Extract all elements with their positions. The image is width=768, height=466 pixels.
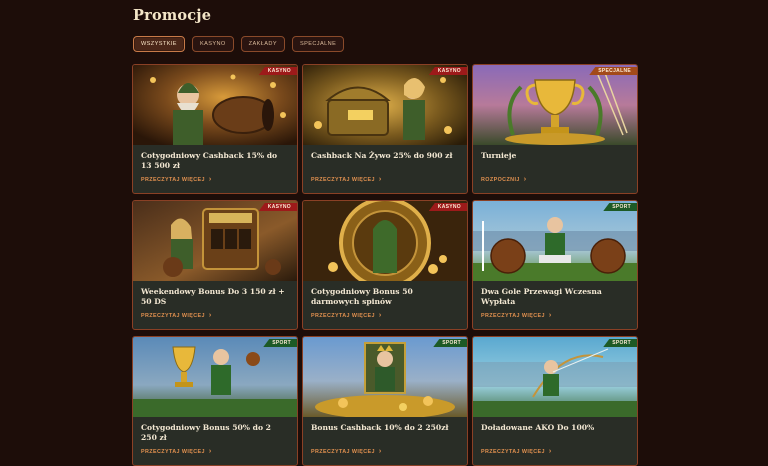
category-badge: KASYNO <box>258 203 297 211</box>
category-badge: KASYNO <box>428 67 467 75</box>
promo-title: Doładowane AKO Do 100% <box>481 423 595 432</box>
start-link[interactable]: ROZPOCZNIJ › <box>481 176 526 183</box>
filter-casino[interactable]: KASYNO <box>191 36 234 52</box>
promo-card[interactable]: SPECJALNE Turnieje ROZPOCZNIJ › <box>472 64 638 194</box>
read-more-link[interactable]: PRZECZYTAJ WIĘCEJ › <box>311 176 382 183</box>
promo-title: Cotygodniowy Cashback 15% do 13 500 zł <box>141 151 278 170</box>
promo-title: Turnieje <box>481 151 517 160</box>
read-more-link[interactable]: PRZECZYTAJ WIĘCEJ › <box>481 312 552 319</box>
read-more-link[interactable]: PRZECZYTAJ WIĘCEJ › <box>141 176 212 183</box>
promo-image-elf-wheel <box>303 201 467 281</box>
promo-card[interactable]: SPORT Cotygodniowy Bonus 50% do 2 250 zł… <box>132 336 298 466</box>
chevron-right-icon: › <box>378 176 382 183</box>
promo-title: Cotygodniowy Bonus 50 darmowych spinów <box>311 287 413 306</box>
cta-label: PRZECZYTAJ WIĘCEJ <box>141 448 205 455</box>
cta-label: PRZECZYTAJ WIĘCEJ <box>311 312 375 319</box>
chevron-right-icon: › <box>378 448 382 455</box>
promo-image-trophy <box>473 65 637 145</box>
promo-title: Dwa Gole Przewagi Wczesna Wypłata <box>481 287 602 306</box>
promo-image-archer-stadium <box>473 337 637 417</box>
page-title: Promocje <box>133 7 212 24</box>
promo-title: Bonus Cashback 10% do 2 250zł <box>311 423 449 432</box>
chevron-right-icon: › <box>523 176 527 183</box>
chevron-right-icon: › <box>548 312 552 319</box>
promo-image-king-throne <box>303 337 467 417</box>
cta-label: PRZECZYTAJ WIĘCEJ <box>481 448 545 455</box>
read-more-link[interactable]: PRZECZYTAJ WIĘCEJ › <box>141 312 212 319</box>
cta-label: PRZECZYTAJ WIĘCEJ <box>311 448 375 455</box>
promo-title: Cashback Na Żywo 25% do 900 zł <box>311 151 453 160</box>
cta-label: PRZECZYTAJ WIĘCEJ <box>481 312 545 319</box>
cta-label: PRZECZYTAJ WIĘCEJ <box>141 312 205 319</box>
chevron-right-icon: › <box>208 176 212 183</box>
category-badge: SPECJALNE <box>589 67 637 75</box>
read-more-link[interactable]: PRZECZYTAJ WIĘCEJ › <box>141 448 212 455</box>
read-more-link[interactable]: PRZECZYTAJ WIĘCEJ › <box>311 312 382 319</box>
filter-bets[interactable]: ZAKŁADY <box>240 36 285 52</box>
chevron-right-icon: › <box>378 312 382 319</box>
promo-card[interactable]: SPORT Doładowane AKO Do 100% PRZECZYTAJ … <box>472 336 638 466</box>
cta-label: PRZECZYTAJ WIĘCEJ <box>311 176 375 183</box>
promo-image-elf-slot <box>133 201 297 281</box>
cta-label: PRZECZYTAJ WIĘCEJ <box>141 176 205 183</box>
promo-title: Weekendowy Bonus Do 3 150 zł + 50 DS <box>141 287 285 306</box>
promo-image-player-trophy <box>133 337 297 417</box>
filter-special[interactable]: SPECJALNE <box>291 36 345 52</box>
promo-image-footballer <box>473 201 637 281</box>
category-badge: KASYNO <box>258 67 297 75</box>
promo-title: Cotygodniowy Bonus 50% do 2 250 zł <box>141 423 271 442</box>
promo-card[interactable]: KASYNO Cotygodniowy Bonus 50 darmowych s… <box>302 200 468 330</box>
cta-label: ROZPOCZNIJ <box>481 176 520 183</box>
read-more-link[interactable]: PRZECZYTAJ WIĘCEJ › <box>481 448 552 455</box>
promo-image-elf-chest <box>303 65 467 145</box>
chevron-right-icon: › <box>208 448 212 455</box>
promo-card[interactable]: KASYNO Cashback Na Żywo 25% do 900 zł PR… <box>302 64 468 194</box>
promo-card[interactable]: KASYNO Cotygodniowy Cashback 15% do 13 5… <box>132 64 298 194</box>
filter-all[interactable]: WSZYSTKIE <box>133 36 185 52</box>
promo-card[interactable]: KASYNO Weekendowy Bonus Do 3 150 zł + 50… <box>132 200 298 330</box>
chevron-right-icon: › <box>208 312 212 319</box>
promo-card[interactable]: SPORT Bonus Cashback 10% do 2 250zł PRZE… <box>302 336 468 466</box>
promo-card[interactable]: SPORT Dwa Gole Przewagi Wczesna Wypłata … <box>472 200 638 330</box>
filter-tabs: WSZYSTKIE KASYNO ZAKŁADY SPECJALNE <box>133 36 345 52</box>
category-badge: KASYNO <box>428 203 467 211</box>
read-more-link[interactable]: PRZECZYTAJ WIĘCEJ › <box>311 448 382 455</box>
promo-image-elf-barrel <box>133 65 297 145</box>
chevron-right-icon: › <box>548 448 552 455</box>
